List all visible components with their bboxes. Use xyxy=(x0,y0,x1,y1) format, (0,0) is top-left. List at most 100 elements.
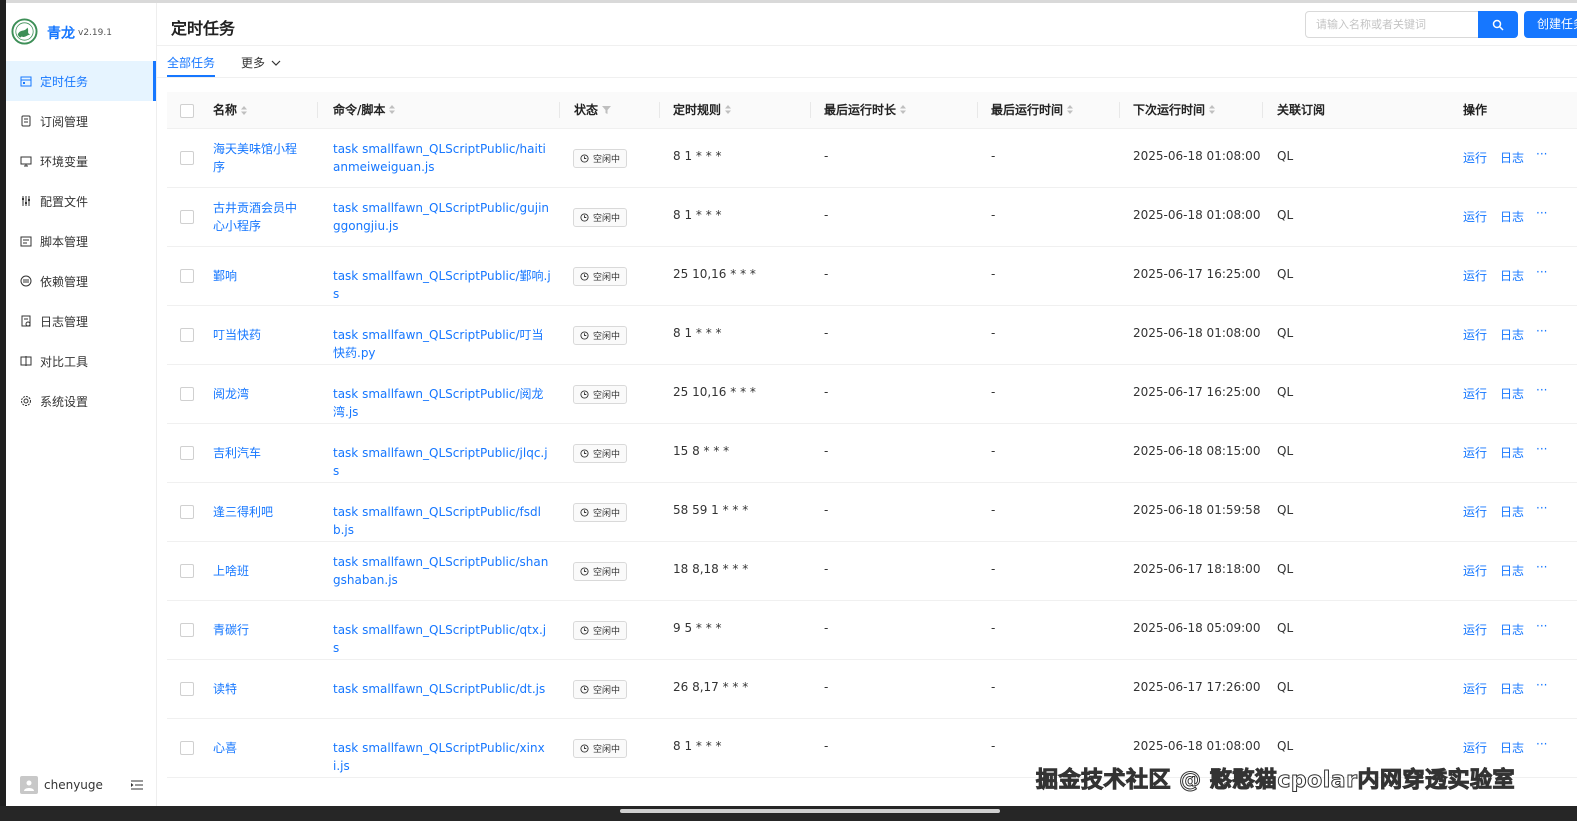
column-command[interactable]: 命令/脚本 xyxy=(333,92,396,128)
task-name-link[interactable]: 古井贡酒会员中心小程序 xyxy=(213,199,303,235)
select-all-checkbox[interactable] xyxy=(180,104,194,118)
more-actions-button[interactable]: ··· xyxy=(1536,206,1547,220)
run-button[interactable]: 运行 xyxy=(1463,621,1487,638)
log-button[interactable]: 日志 xyxy=(1500,267,1524,284)
row-checkbox[interactable] xyxy=(180,505,194,519)
row-checkbox[interactable] xyxy=(180,623,194,637)
more-actions-button[interactable]: ··· xyxy=(1536,324,1547,338)
log-button[interactable]: 日志 xyxy=(1500,385,1524,402)
log-button[interactable]: 日志 xyxy=(1500,326,1524,343)
run-button[interactable]: 运行 xyxy=(1463,739,1487,756)
run-button[interactable]: 运行 xyxy=(1463,444,1487,461)
row-checkbox[interactable] xyxy=(180,446,194,460)
row-checkbox[interactable] xyxy=(180,564,194,578)
run-button[interactable]: 运行 xyxy=(1463,562,1487,579)
column-last-duration-label: 最后运行时长 xyxy=(824,103,897,117)
more-actions-button[interactable]: ··· xyxy=(1536,147,1547,161)
sidebar-item-diff[interactable]: 对比工具 xyxy=(6,341,156,381)
tab-more[interactable]: 更多 xyxy=(241,54,281,71)
sidebar-item-crontab[interactable]: 定时任务 xyxy=(6,61,156,101)
log-button[interactable]: 日志 xyxy=(1500,739,1524,756)
status-label: 空闲中 xyxy=(593,450,621,460)
log-button[interactable]: 日志 xyxy=(1500,562,1524,579)
task-command-link[interactable]: task smallfawn_QLScriptPublic/叮当快药.py xyxy=(333,326,551,362)
run-button[interactable]: 运行 xyxy=(1463,680,1487,697)
task-command-link[interactable]: task smallfawn_QLScriptPublic/阅龙湾.js xyxy=(333,385,551,421)
search-input[interactable] xyxy=(1305,11,1479,38)
more-actions-button[interactable]: ··· xyxy=(1536,737,1547,751)
tab-all-tasks[interactable]: 全部任务 xyxy=(167,54,215,71)
task-command-link[interactable]: task smallfawn_QLScriptPublic/fsdlb.js xyxy=(333,503,551,539)
task-name-link[interactable]: 心喜 xyxy=(213,739,303,757)
more-actions-button[interactable]: ··· xyxy=(1536,383,1547,397)
task-name-link[interactable]: 海天美味馆小程序 xyxy=(213,140,303,176)
status-label: 空闲中 xyxy=(593,568,621,578)
run-button[interactable]: 运行 xyxy=(1463,149,1487,166)
column-status[interactable]: 状态 xyxy=(574,92,612,128)
task-name-link[interactable]: 上啥班 xyxy=(213,562,303,580)
schedule-value: 9 5 * * * xyxy=(673,621,722,635)
log-button[interactable]: 日志 xyxy=(1500,208,1524,225)
task-command-link[interactable]: task smallfawn_QLScriptPublic/dt.js xyxy=(333,680,551,698)
status-badge: 空闲中 xyxy=(573,621,628,640)
row-checkbox[interactable] xyxy=(180,387,194,401)
more-actions-button[interactable]: ··· xyxy=(1536,678,1547,692)
log-button[interactable]: 日志 xyxy=(1500,149,1524,166)
task-command-link[interactable]: task smallfawn_QLScriptPublic/jlqc.js xyxy=(333,444,551,480)
row-checkbox[interactable] xyxy=(180,151,194,165)
task-name-link[interactable]: 吉利汽车 xyxy=(213,444,303,462)
sidebar-item-subscription[interactable]: 订阅管理 xyxy=(6,101,156,141)
create-task-button[interactable]: 创建任务 xyxy=(1524,11,1577,38)
task-command-link[interactable]: task smallfawn_QLScriptPublic/鄞响.js xyxy=(333,267,551,303)
task-command-link[interactable]: task smallfawn_QLScriptPublic/xinxi.js xyxy=(333,739,551,775)
task-name-link[interactable]: 阅龙湾 xyxy=(213,385,303,403)
more-actions-button[interactable]: ··· xyxy=(1536,442,1547,456)
row-checkbox[interactable] xyxy=(180,328,194,342)
log-button[interactable]: 日志 xyxy=(1500,444,1524,461)
column-last-run[interactable]: 最后运行时间 xyxy=(991,92,1074,128)
row-checkbox[interactable] xyxy=(180,269,194,283)
run-button[interactable]: 运行 xyxy=(1463,208,1487,225)
column-name[interactable]: 名称 xyxy=(213,92,248,128)
task-command-link[interactable]: task smallfawn_QLScriptPublic/qtx.js xyxy=(333,621,551,657)
row-checkbox[interactable] xyxy=(180,210,194,224)
task-name-link[interactable]: 鄞响 xyxy=(213,267,303,285)
log-button[interactable]: 日志 xyxy=(1500,503,1524,520)
run-button[interactable]: 运行 xyxy=(1463,326,1487,343)
sidebar-item-logs[interactable]: 日志管理 xyxy=(6,301,156,341)
row-checkbox[interactable] xyxy=(180,741,194,755)
task-command-link[interactable]: task smallfawn_QLScriptPublic/gujinggong… xyxy=(333,199,551,235)
run-button[interactable]: 运行 xyxy=(1463,385,1487,402)
dependency-icon xyxy=(20,275,32,287)
log-button[interactable]: 日志 xyxy=(1500,680,1524,697)
log-button[interactable]: 日志 xyxy=(1500,621,1524,638)
task-name-link[interactable]: 读特 xyxy=(213,680,303,698)
sidebar-item-scripts[interactable]: 脚本管理 xyxy=(6,221,156,261)
filter-icon[interactable] xyxy=(602,92,612,128)
subscription-value: QL xyxy=(1277,739,1294,753)
task-name-link[interactable]: 青碳行 xyxy=(213,621,303,639)
column-schedule[interactable]: 定时规则 xyxy=(673,92,732,128)
user-menu[interactable]: chenyuge xyxy=(20,776,103,794)
sidebar-item-env[interactable]: 环境变量 xyxy=(6,141,156,181)
collapse-menu-icon[interactable] xyxy=(130,779,144,794)
last-duration-value: - xyxy=(824,739,829,753)
sidebar-item-config[interactable]: 配置文件 xyxy=(6,181,156,221)
task-name-link[interactable]: 叮当快药 xyxy=(213,326,303,344)
more-actions-button[interactable]: ··· xyxy=(1536,619,1547,633)
run-button[interactable]: 运行 xyxy=(1463,503,1487,520)
row-checkbox[interactable] xyxy=(180,682,194,696)
more-actions-button[interactable]: ··· xyxy=(1536,501,1547,515)
task-name-link[interactable]: 逢三得利吧 xyxy=(213,503,303,521)
more-actions-button[interactable]: ··· xyxy=(1536,560,1547,574)
sidebar-item-settings[interactable]: 系统设置 xyxy=(6,381,156,421)
task-command-link[interactable]: task smallfawn_QLScriptPublic/haitianmei… xyxy=(333,140,551,176)
more-actions-button[interactable]: ··· xyxy=(1536,265,1547,279)
column-last-duration[interactable]: 最后运行时长 xyxy=(824,92,907,128)
sidebar-item-dependencies[interactable]: 依赖管理 xyxy=(6,261,156,301)
search-button[interactable] xyxy=(1478,11,1518,38)
run-button[interactable]: 运行 xyxy=(1463,267,1487,284)
column-next-run[interactable]: 下次运行时间 xyxy=(1133,92,1216,128)
clock-icon xyxy=(580,213,589,222)
task-command-link[interactable]: task smallfawn_QLScriptPublic/shangshaba… xyxy=(333,553,551,589)
